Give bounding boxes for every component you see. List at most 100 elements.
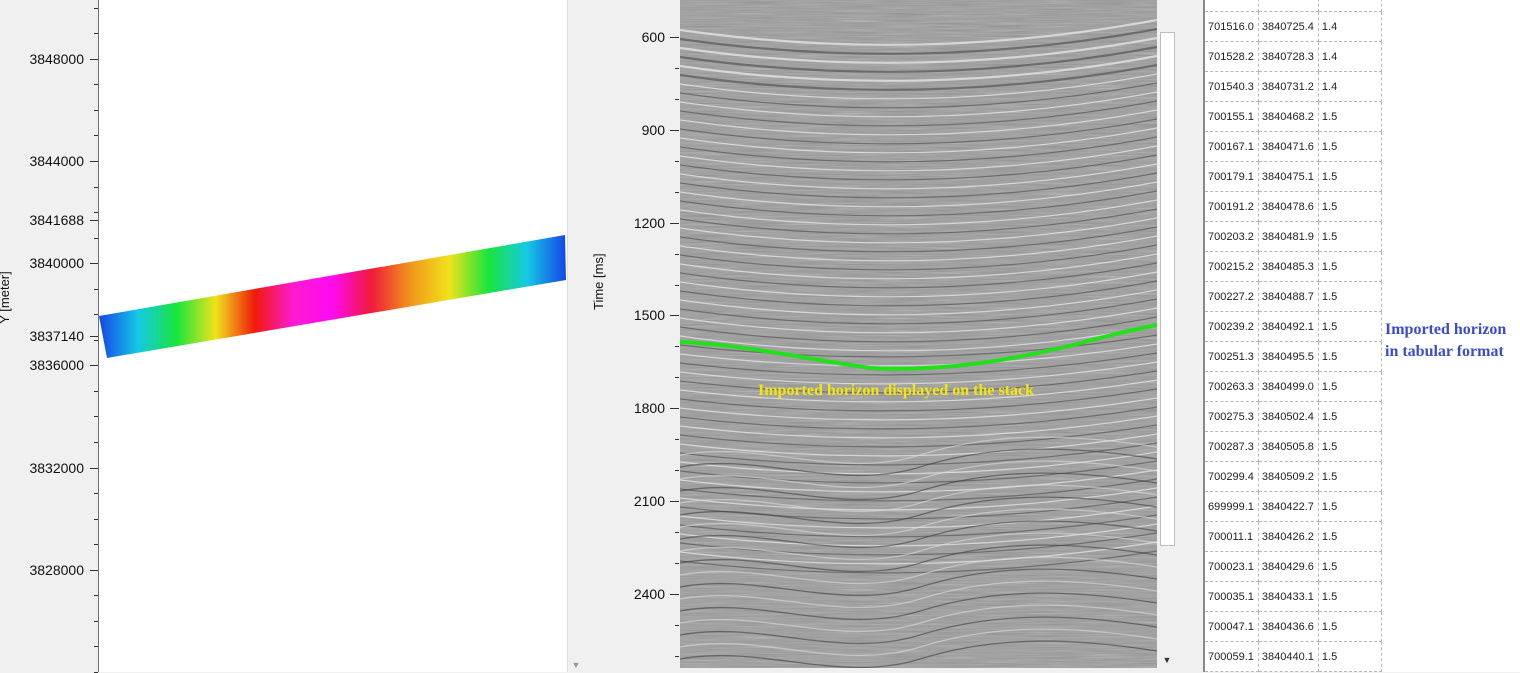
table-cell-x[interactable]: 700275.3 — [1205, 401, 1259, 432]
table-cell-z[interactable]: 1.5 — [1318, 491, 1382, 522]
table-cell-x[interactable]: 700227.2 — [1205, 281, 1259, 312]
table-cell-z[interactable]: 1.5 — [1318, 191, 1382, 222]
table-cell-y[interactable]: 3840436.6 — [1258, 611, 1319, 642]
table-cell-y[interactable]: 3840485.3 — [1258, 251, 1319, 282]
table-cell-y[interactable]: 3840495.5 — [1258, 341, 1319, 372]
table-row[interactable]: 700035.1 3840433.1 1.5 — [1205, 581, 1382, 612]
map-canvas[interactable] — [99, 0, 567, 672]
table-cell-x[interactable]: 700287.3 — [1205, 431, 1259, 462]
table-cell-z[interactable]: 1.5 — [1318, 461, 1382, 492]
table-cell-y[interactable]: 3840440.1 — [1258, 641, 1319, 672]
table-cell-y[interactable]: 3840731.2 — [1258, 71, 1319, 102]
table-row[interactable]: 700155.1 3840468.2 1.5 — [1205, 101, 1382, 132]
table-row[interactable]: 700227.2 3840488.7 1.5 — [1205, 281, 1382, 312]
table-cell-y[interactable]: 3840468.2 — [1258, 101, 1319, 132]
table-cell-z[interactable]: 1.4 — [1318, 11, 1382, 42]
table-cell-x[interactable]: 700203.2 — [1205, 221, 1259, 252]
table-row[interactable]: 700287.3 3840505.8 1.5 — [1205, 431, 1382, 462]
table-row[interactable]: 700191.2 3840478.6 1.5 — [1205, 191, 1382, 222]
time-minor-tick — [675, 191, 679, 193]
table-cell-x[interactable]: 700035.1 — [1205, 581, 1259, 612]
table-cell-x[interactable]: 701528.2 — [1205, 41, 1259, 72]
table-row[interactable]: 701516.0 3840725.4 1.4 — [1205, 11, 1382, 42]
table-cell-y[interactable]: 3840505.8 — [1258, 431, 1319, 462]
table-cell-x[interactable]: 700023.1 — [1205, 551, 1259, 582]
table-cell-z[interactable]: 1.5 — [1318, 251, 1382, 282]
table-cell-z[interactable]: 1.5 — [1318, 401, 1382, 432]
table-row[interactable]: 700239.2 3840492.1 1.5 — [1205, 311, 1382, 342]
table-row[interactable]: 700023.1 3840429.6 1.5 — [1205, 551, 1382, 582]
table-cell-y[interactable]: 3840433.1 — [1258, 581, 1319, 612]
table-cell-x[interactable]: 700059.1 — [1205, 641, 1259, 672]
table-cell-z[interactable]: 1.5 — [1318, 611, 1382, 642]
table-cell-z[interactable]: 1.5 — [1318, 161, 1382, 192]
table-row[interactable]: 700203.2 3840481.9 1.5 — [1205, 221, 1382, 252]
table-cell-x[interactable]: 700215.2 — [1205, 251, 1259, 282]
table-cell-y[interactable]: 3840492.1 — [1258, 311, 1319, 342]
table-cell-x[interactable]: 700167.1 — [1205, 131, 1259, 162]
table-cell-y[interactable]: 3840488.7 — [1258, 281, 1319, 312]
table-cell-z[interactable]: 1.5 — [1318, 311, 1382, 342]
table-cell-x[interactable]: 700047.1 — [1205, 611, 1259, 642]
table-cell-x[interactable]: 701516.0 — [1205, 11, 1259, 42]
table-cell-x[interactable]: 699999.1 — [1205, 491, 1259, 522]
table-cell-z[interactable]: 1.5 — [1318, 341, 1382, 372]
table-cell-z[interactable]: 1.5 — [1318, 641, 1382, 672]
table-row[interactable]: 700011.1 3840426.2 1.5 — [1205, 521, 1382, 552]
table-cell-z[interactable]: 1.5 — [1318, 281, 1382, 312]
map-y-tick-label: 3848000 — [29, 50, 84, 67]
survey-line-strip[interactable] — [99, 235, 566, 358]
table-cell-y[interactable]: 3840728.3 — [1258, 41, 1319, 72]
table-cell-x[interactable]: 700155.1 — [1205, 101, 1259, 132]
map-vertical-scrollbar[interactable]: ▼ — [567, 0, 584, 672]
table-cell-y[interactable]: 3840502.4 — [1258, 401, 1319, 432]
table-cell-z[interactable]: 1.5 — [1318, 551, 1382, 582]
map-scroll-down-icon[interactable]: ▼ — [568, 658, 584, 672]
table-row[interactable]: 700275.3 3840502.4 1.5 — [1205, 401, 1382, 432]
table-cell-y[interactable]: 3840725.4 — [1258, 11, 1319, 42]
table-cell-z[interactable]: 1.5 — [1318, 221, 1382, 252]
table-cell-y[interactable]: 3840429.6 — [1258, 551, 1319, 582]
time-axis-title: Time [ms] — [591, 253, 606, 310]
table-row-gutter[interactable] — [1193, 0, 1205, 672]
table-cell-x[interactable]: 700179.1 — [1205, 161, 1259, 192]
table-row[interactable]: 700263.3 3840499.0 1.5 — [1205, 371, 1382, 402]
table-cell-x[interactable]: 700011.1 — [1205, 521, 1259, 552]
seismic-section[interactable]: Imported horizon displayed on the stack — [680, 0, 1157, 668]
table-row[interactable]: 700059.1 3840440.1 1.5 — [1205, 641, 1382, 672]
table-row[interactable]: 700047.1 3840436.6 1.5 — [1205, 611, 1382, 642]
table-row[interactable]: 701540.3 3840731.2 1.4 — [1205, 71, 1382, 102]
table-cell-z[interactable]: 1.5 — [1318, 131, 1382, 162]
table-row[interactable]: 700215.2 3840485.3 1.5 — [1205, 251, 1382, 282]
table-cell-z[interactable]: 1.5 — [1318, 101, 1382, 132]
table-cell-y[interactable]: 3840509.2 — [1258, 461, 1319, 492]
table-row[interactable]: 700179.1 3840475.1 1.5 — [1205, 161, 1382, 192]
table-row[interactable]: 700299.4 3840509.2 1.5 — [1205, 461, 1382, 492]
table-row[interactable]: 699999.1 3840422.7 1.5 — [1205, 491, 1382, 522]
table-cell-z[interactable]: 1.5 — [1318, 371, 1382, 402]
table-cell-y[interactable]: 3840481.9 — [1258, 221, 1319, 252]
table-cell-z[interactable]: 1.5 — [1318, 521, 1382, 552]
table-cell-z[interactable]: 1.5 — [1318, 581, 1382, 612]
seismic-scroll-down-icon[interactable]: ▼ — [1160, 654, 1174, 666]
table-cell-x[interactable]: 700239.2 — [1205, 311, 1259, 342]
table-cell-z[interactable]: 1.4 — [1318, 71, 1382, 102]
table-cell-x[interactable]: 700251.3 — [1205, 341, 1259, 372]
table-cell-x[interactable]: 700299.4 — [1205, 461, 1259, 492]
seismic-scroll-thumb[interactable] — [1160, 32, 1175, 546]
table-cell-y[interactable]: 3840471.6 — [1258, 131, 1319, 162]
table-cell-y[interactable]: 3840478.6 — [1258, 191, 1319, 222]
table-cell-y[interactable]: 3840422.7 — [1258, 491, 1319, 522]
table-cell-x[interactable]: 701540.3 — [1205, 71, 1259, 102]
table-row[interactable]: 700251.3 3840495.5 1.5 — [1205, 341, 1382, 372]
table-cell-z[interactable]: 1.4 — [1318, 41, 1382, 72]
table-cell-y[interactable]: 3840499.0 — [1258, 371, 1319, 402]
seismic-vertical-scrollbar[interactable]: ▼ — [1158, 0, 1176, 672]
table-row[interactable]: 700167.1 3840471.6 1.5 — [1205, 131, 1382, 162]
table-cell-y[interactable]: 3840475.1 — [1258, 161, 1319, 192]
table-cell-z[interactable]: 1.5 — [1318, 431, 1382, 462]
table-row[interactable]: 701528.2 3840728.3 1.4 — [1205, 41, 1382, 72]
table-cell-x[interactable]: 700191.2 — [1205, 191, 1259, 222]
table-cell-x[interactable]: 700263.3 — [1205, 371, 1259, 402]
table-cell-y[interactable]: 3840426.2 — [1258, 521, 1319, 552]
